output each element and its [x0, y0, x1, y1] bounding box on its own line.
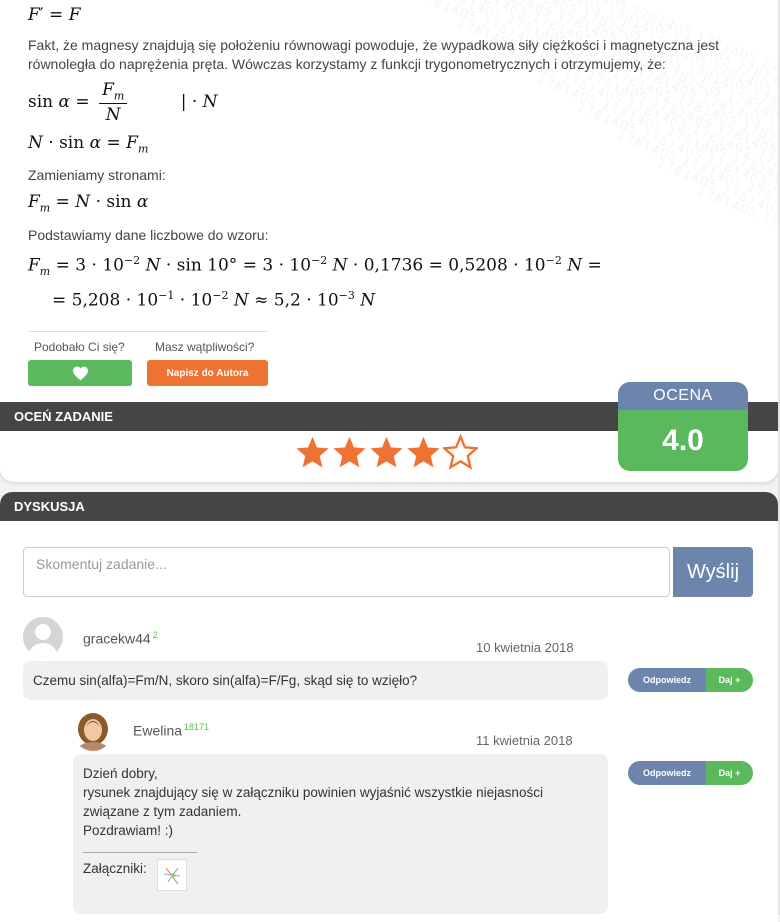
write-to-author-button[interactable]: Napisz do Autora	[147, 360, 268, 386]
comment-text: Czemu sin(alfa)=Fm/N, skoro sin(alfa)=F/…	[33, 673, 418, 688]
comment-line: rysunek znajdujący się w załączniku powi…	[83, 785, 543, 819]
equation-sin-ratio: sin α = Fm N | · N	[28, 80, 218, 126]
avatar[interactable]	[23, 617, 63, 657]
solution-card: 1781405 1781405 1781405 1781405 1781405 …	[0, 0, 778, 482]
star-filled-icon[interactable]	[295, 433, 330, 471]
user-points: 2	[152, 630, 158, 640]
user-points: 18171	[184, 722, 210, 732]
send-button[interactable]: Wyślij	[673, 547, 753, 597]
attachments-row: Załączniki:	[83, 859, 598, 891]
discussion-card: DYSKUSJA Wyślij gracekw442 10 kwietnia 2…	[0, 492, 778, 922]
score-box: OCENA 4.0	[618, 382, 748, 471]
watermark-line: 1781405 1781405 1781405 1781405 1781405 …	[574, 100, 778, 330]
equation-calc-line-1: Fm = 3 · 10−2 N · sin 10° = 3 · 10−2 N ·…	[28, 254, 602, 279]
comment-actions: Odpowiedz Daj +	[628, 668, 753, 692]
watermark-line: 1781405 1781405 1781405 1781405 1781405 …	[534, 72, 778, 330]
star-empty-icon[interactable]	[443, 433, 478, 471]
comment-line: Pozdrawiam! :)	[83, 823, 174, 838]
comment-bubble: Czemu sin(alfa)=Fm/N, skoro sin(alfa)=F/…	[23, 661, 608, 700]
give-plus-button[interactable]: Daj +	[706, 668, 753, 692]
watermark-line: 1781405 1781405 1781405 1781405 1781405 …	[694, 184, 778, 330]
doubt-question: Masz wątpliwości?	[155, 340, 255, 354]
comment-date: 10 kwietnia 2018	[476, 640, 574, 655]
avatar[interactable]	[73, 711, 113, 751]
star-filled-icon[interactable]	[369, 433, 404, 471]
comment-bubble: Dzień dobry, rysunek znajdujący się w za…	[73, 754, 608, 914]
rating-stars[interactable]	[295, 433, 478, 471]
comment-input[interactable]	[23, 547, 670, 597]
score-value: 4.0	[618, 410, 748, 471]
watermark-line: 1781405 1781405 1781405 1781405 1781405 …	[654, 156, 778, 330]
score-label: OCENA	[618, 382, 748, 410]
star-filled-icon[interactable]	[332, 433, 367, 471]
user-silhouette-icon	[29, 624, 57, 657]
like-button[interactable]	[28, 360, 132, 386]
equation-f-prime: F′ = F	[28, 5, 81, 25]
feedback-divider	[28, 331, 268, 332]
solution-paragraph-1: Fakt, że magnesy znajdują się położeniu …	[28, 37, 720, 72]
equation-n-sin: N · sin α = Fm	[28, 133, 149, 156]
comment-actions: Odpowiedz Daj +	[628, 761, 753, 785]
heart-icon	[72, 366, 88, 380]
comment-username[interactable]: Ewelina 18171	[133, 722, 209, 739]
comment-username[interactable]: gracekw44 2	[83, 630, 158, 647]
comment-line: Dzień dobry,	[83, 766, 158, 781]
like-question: Podobało Ci się?	[34, 340, 125, 354]
solution-paragraph-2: Zamieniamy stronami:	[28, 167, 166, 183]
equation-calc-line-2: = 5,208 · 10−1 · 10−2 N ≈ 5,2 · 10−3 N	[52, 289, 376, 311]
attachment-thumbnail[interactable]	[156, 859, 187, 891]
watermark-line: 1781405 1781405 1781405 1781405 1781405 …	[614, 128, 778, 330]
comment-date: 11 kwietnia 2018	[476, 733, 573, 748]
attachments-divider	[83, 852, 197, 853]
user-photo-icon	[73, 711, 113, 751]
discussion-bar: DYSKUSJA	[0, 492, 778, 521]
attachment-image-icon	[163, 867, 180, 885]
reply-button[interactable]: Odpowiedz	[628, 761, 706, 785]
watermark-line: 1781405 1781405 1781405 1781405 1781405 …	[494, 44, 778, 330]
star-filled-icon[interactable]	[406, 433, 441, 471]
attachments-label: Załączniki:	[83, 861, 147, 876]
equation-swap: Fm = N · sin α	[28, 192, 149, 215]
solution-paragraph-3: Podstawiamy dane liczbowe do wzoru:	[28, 227, 269, 243]
give-plus-button[interactable]: Daj +	[706, 761, 753, 785]
reply-button[interactable]: Odpowiedz	[628, 668, 706, 692]
